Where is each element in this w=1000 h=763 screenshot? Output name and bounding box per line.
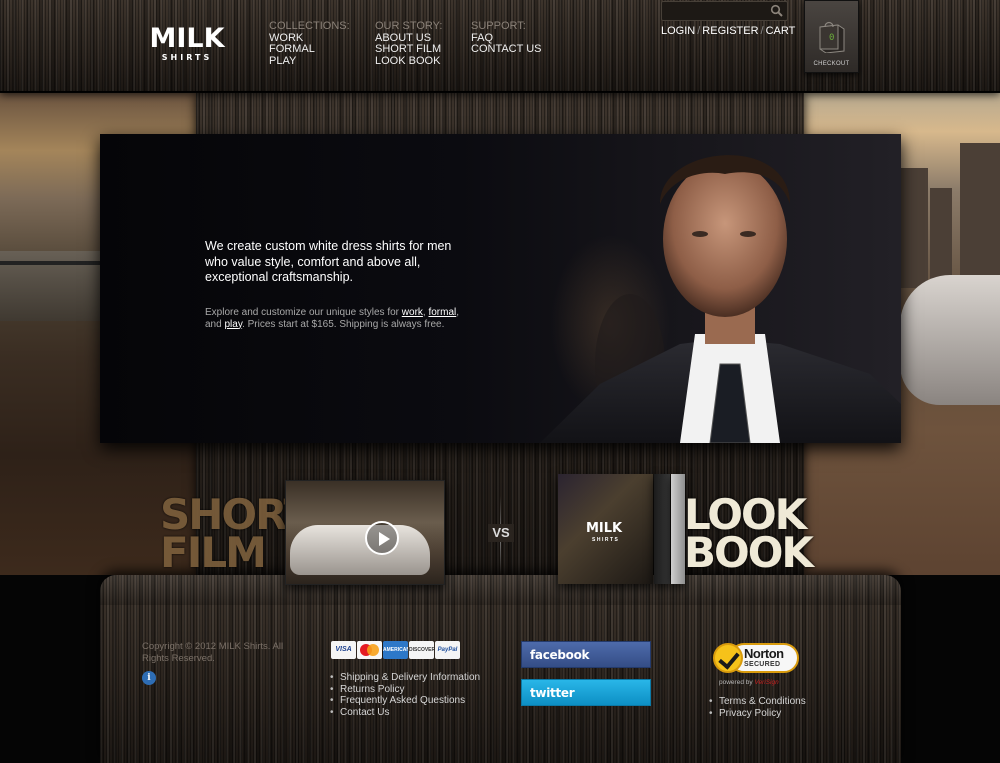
nav-collections: COLLECTIONS: WORK FORMAL PLAY	[269, 20, 350, 68]
milk-shirts-logo[interactable]: MILK SHIRTS	[141, 23, 233, 62]
hero-text: We create custom white dress shirts for …	[205, 239, 475, 331]
search-input[interactable]	[662, 3, 766, 21]
visa-icon: VISA	[331, 641, 356, 659]
norton-powered-by: powered by VeriSign	[719, 679, 779, 686]
mastercard-icon	[357, 641, 382, 659]
list-item: Contact Us	[328, 707, 480, 719]
contact-us-link[interactable]: Contact Us	[340, 707, 389, 718]
checkout-label: CHECKOUT	[813, 61, 850, 67]
terms-conditions-link[interactable]: Terms & Conditions	[719, 696, 806, 707]
hero-subtext: Explore and customize our unique styles …	[205, 306, 460, 330]
norton-secured-badge[interactable]: Norton SECURED powered by VeriSign	[713, 641, 801, 689]
facebook-button[interactable]: facebook	[521, 641, 651, 668]
account-links: LOGIN / REGISTER / CART	[661, 25, 795, 37]
legal-links: Terms & Conditions Privacy Policy	[706, 696, 806, 719]
list-item: Terms & Conditions	[706, 696, 806, 708]
book-pages	[671, 474, 685, 584]
building	[930, 188, 952, 288]
payment-methods: VISA AMERICAN EXPRESS DISCOVER PayPal	[331, 641, 460, 659]
nav-link-contact-us[interactable]: CONTACT US	[471, 43, 542, 56]
discover-icon: DISCOVER	[409, 641, 434, 659]
checkout-button[interactable]: 0 CHECKOUT	[804, 0, 859, 73]
info-icon[interactable]: i	[142, 671, 156, 685]
paypal-icon: PayPal	[435, 641, 460, 659]
site-header: MILK SHIRTS COLLECTIONS: WORK FORMAL PLA…	[0, 0, 1000, 92]
footer-links: Shipping & Delivery Information Returns …	[328, 672, 480, 718]
list-item: Privacy Policy	[706, 708, 806, 720]
verisign-label: VeriSign	[754, 679, 779, 686]
nav-link-look-book[interactable]: LOOK BOOK	[375, 55, 442, 68]
cover-logo: MILK	[586, 521, 623, 536]
hero-link-work[interactable]: work	[402, 307, 423, 318]
register-link[interactable]: REGISTER	[702, 25, 758, 37]
search-icon[interactable]	[770, 4, 784, 18]
look-book-line2: BOOK	[684, 528, 814, 577]
promo-row: SHORT FILM VS MILK SHIRTS LOOK BOOK	[0, 470, 1000, 590]
building	[960, 143, 1000, 283]
look-book-cover: MILK SHIRTS	[558, 474, 653, 584]
look-book-thumbnail[interactable]: MILK SHIRTS	[558, 474, 688, 586]
list-item: Returns Policy	[328, 684, 480, 696]
nav-link-play[interactable]: PLAY	[269, 55, 350, 68]
list-item: Frequently Asked Questions	[328, 695, 480, 707]
search-box	[661, 1, 788, 21]
checkmark-icon	[713, 643, 743, 673]
twitter-button[interactable]: twitter	[521, 679, 651, 706]
cart-count: 0	[829, 33, 835, 43]
play-button[interactable]	[365, 521, 399, 555]
nav-heading-support: SUPPORT:	[471, 20, 526, 32]
nav-heading-collections: COLLECTIONS:	[269, 20, 350, 32]
cover-subtitle: SHIRTS	[592, 537, 620, 543]
facebook-label: facebook	[530, 648, 590, 662]
twitter-label: twitter	[530, 686, 575, 700]
car-image	[290, 525, 430, 575]
look-book-promo-title[interactable]: LOOK BOOK	[684, 494, 834, 580]
nav-our-story: OUR STORY: ABOUT US SHORT FILM LOOK BOOK	[375, 20, 443, 68]
short-film-thumbnail[interactable]	[285, 480, 445, 585]
powered-by-label: powered by	[719, 679, 755, 686]
logo-subtitle: SHIRTS	[161, 53, 213, 62]
hero-sub-suffix: . Prices start at $165. Shipping is alwa…	[242, 318, 445, 330]
nav-link-short-film[interactable]: SHORT FILM	[375, 43, 442, 56]
hero-link-formal[interactable]: formal	[428, 307, 456, 318]
norton-secured-label: SECURED	[744, 661, 781, 668]
nav-support: SUPPORT: FAQ CONTACT US	[471, 20, 542, 56]
vs-label: VS	[488, 524, 514, 542]
privacy-policy-link[interactable]: Privacy Policy	[719, 708, 781, 719]
login-link[interactable]: LOGIN	[661, 25, 695, 37]
returns-policy-link[interactable]: Returns Policy	[340, 684, 404, 695]
list-item: Shipping & Delivery Information	[328, 672, 480, 684]
cart-link[interactable]: CART	[766, 25, 796, 37]
hero-headline: We create custom white dress shirts for …	[205, 239, 452, 284]
nav-link-formal[interactable]: FORMAL	[269, 43, 350, 56]
hero-sub-and: and	[205, 318, 225, 330]
copyright-text: Copyright © 2012 MILK Shirts. All Rights…	[142, 641, 284, 664]
amex-icon: AMERICAN EXPRESS	[383, 641, 408, 659]
book-spine	[654, 474, 670, 584]
logo-wordmark: MILK	[149, 23, 225, 54]
separator: /	[760, 25, 764, 37]
hero-banner: We create custom white dress shirts for …	[100, 134, 901, 443]
norton-name: Norton	[744, 646, 784, 661]
shipping-delivery-link[interactable]: Shipping & Delivery Information	[340, 672, 480, 683]
nav-heading-our-story: OUR STORY:	[375, 20, 443, 32]
separator: /	[697, 25, 701, 37]
building	[900, 168, 928, 288]
hero-sub-prefix: Explore and customize our unique styles …	[205, 306, 402, 318]
hero-link-play[interactable]: play	[224, 319, 242, 330]
car-image	[900, 275, 1000, 405]
model-photo	[540, 155, 901, 443]
faq-link[interactable]: Frequently Asked Questions	[340, 695, 465, 706]
play-icon	[379, 532, 390, 546]
